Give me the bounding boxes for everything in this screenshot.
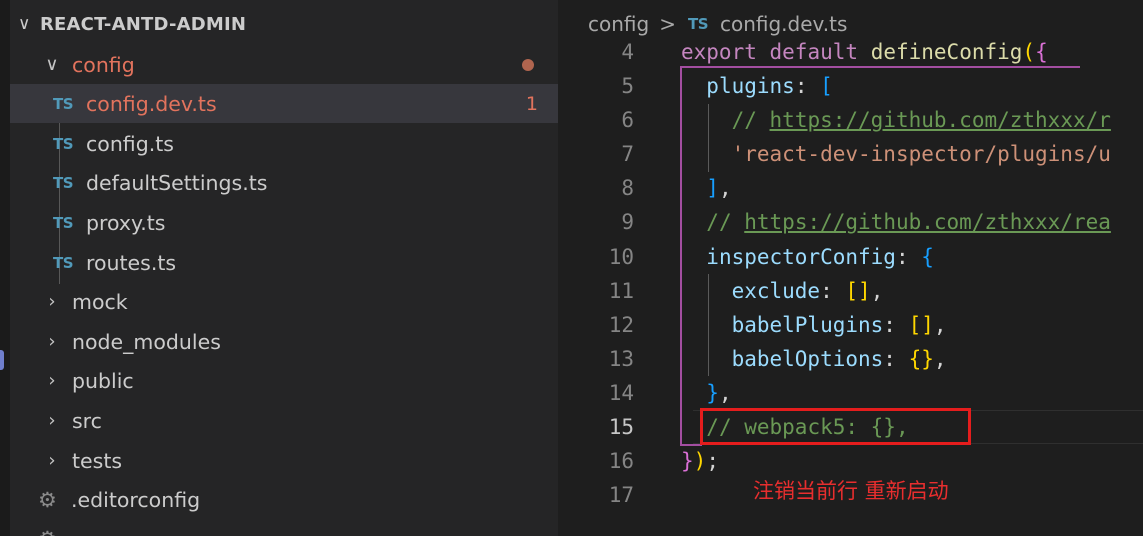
line-number: 7: [621, 142, 634, 166]
line-number-active: 15: [608, 415, 634, 439]
tree-item-label: public: [72, 368, 134, 393]
tree-folder-mock[interactable]: › mock: [10, 282, 558, 321]
chevron-right-icon: ›: [48, 291, 56, 312]
annotation-text: 注销当前行 重新启动: [753, 479, 949, 503]
code-line: // https://github.com/zthxxx/rea: [706, 210, 1111, 234]
line-number: 8: [621, 176, 634, 200]
project-title: REACT-ANTD-ADMIN: [40, 13, 247, 35]
code-line: });: [681, 449, 719, 473]
tree-item-label: defaultSettings.ts: [86, 170, 268, 195]
code-line: inspectorConfig: {: [706, 245, 934, 269]
tree-item-label: mock: [72, 289, 128, 314]
tree-item-label: .editorconfig: [71, 487, 201, 512]
tree-file-default-settings[interactable]: TS defaultSettings.ts: [10, 163, 558, 202]
chevron-right-icon: ›: [48, 450, 56, 471]
chevron-right-icon: ›: [48, 331, 56, 352]
line-number: 4: [621, 40, 634, 64]
code-editor[interactable]: config > TS config.dev.ts 4 5 6 7 8 9 10…: [558, 0, 1143, 536]
tree-folder-src[interactable]: › src: [10, 401, 558, 440]
line-number: 13: [608, 347, 634, 371]
gear-icon: ⚙: [38, 527, 71, 536]
comment-link[interactable]: https://github.com/zthxxx/r: [770, 108, 1111, 132]
tree-folder-config[interactable]: ∨ config: [10, 45, 558, 84]
line-number: 11: [608, 279, 634, 303]
code-line: babelOptions: {},: [731, 347, 947, 371]
typescript-icon: TS: [53, 94, 74, 113]
code-line: },: [706, 381, 732, 405]
tree-item-label: routes.ts: [86, 250, 177, 275]
tree-file-config[interactable]: TS config.ts: [10, 124, 558, 163]
tree-item-label: tests: [72, 448, 123, 473]
line-number: 17: [608, 483, 634, 507]
chevron-right-icon: ›: [48, 410, 56, 431]
code-line: 'react-dev-inspector/plugins/u: [731, 142, 1111, 166]
tree-item-label: node_modules: [72, 329, 221, 354]
chevron-down-icon: ∨: [18, 14, 31, 34]
typescript-icon: TS: [687, 15, 709, 33]
code-line: exclude: [],: [731, 279, 884, 303]
tree-file-config-dev[interactable]: TS config.dev.ts 1: [10, 84, 558, 123]
typescript-icon: TS: [53, 134, 74, 153]
code-line: ],: [706, 176, 732, 200]
line-number: 16: [608, 449, 634, 473]
code-line: export default defineConfig({: [681, 40, 1048, 64]
line-number: 5: [621, 74, 634, 98]
tree-file-proxy[interactable]: TS proxy.ts: [10, 203, 558, 242]
comment-link[interactable]: https://github.com/zthxxx/rea: [744, 210, 1111, 234]
chevron-down-icon: ∨: [45, 54, 59, 75]
explorer-sidebar: ∨ REACT-ANTD-ADMIN ∨ config TS config.de…: [0, 0, 558, 536]
activity-bar-edge: [0, 0, 10, 536]
tree-folder-node-modules[interactable]: › node_modules: [10, 322, 558, 361]
code-line: plugins: [: [706, 74, 833, 98]
breadcrumb-folder[interactable]: config: [588, 12, 649, 36]
bracket-pair-guide-bottom: [680, 444, 702, 446]
tree-item-label: src: [72, 408, 102, 433]
line-number: 6: [621, 108, 634, 132]
explorer-header[interactable]: ∨ REACT-ANTD-ADMIN: [18, 10, 246, 38]
tree-item-label: config.ts: [86, 131, 174, 156]
chevron-right-icon: ›: [48, 370, 56, 391]
tree-item-label: config.dev.ts: [86, 91, 217, 116]
tree-folder-tests[interactable]: › tests: [10, 441, 558, 480]
breadcrumb: config > TS config.dev.ts: [588, 8, 847, 40]
modified-dot-badge: [522, 58, 534, 71]
code-line: babelPlugins: [],: [731, 313, 947, 337]
breadcrumb-separator: >: [659, 12, 676, 36]
tree-item-label: proxy.ts: [86, 210, 166, 235]
tree-file-editorconfig[interactable]: ⚙ .editorconfig: [10, 480, 558, 519]
tree-folder-public[interactable]: › public: [10, 361, 558, 400]
tree-file-partial[interactable]: ⚙: [10, 519, 558, 536]
typescript-icon: TS: [53, 173, 74, 192]
gear-icon: ⚙: [38, 487, 57, 512]
breadcrumb-file[interactable]: config.dev.ts: [720, 12, 847, 36]
activity-indicator: [0, 350, 4, 370]
line-number: 14: [608, 381, 634, 405]
bracket-pair-guide-top: [680, 66, 1080, 68]
line-number: 9: [621, 210, 634, 234]
line-number: 10: [608, 245, 634, 269]
line-number: 12: [608, 313, 634, 337]
typescript-icon: TS: [53, 213, 74, 232]
code-line: // https://github.com/zthxxx/r: [731, 108, 1111, 132]
typescript-icon: TS: [53, 253, 74, 272]
problem-count-badge: 1: [525, 92, 538, 115]
tree-item-label: config: [72, 52, 135, 77]
red-highlight-box: [700, 408, 971, 445]
tree-file-routes[interactable]: TS routes.ts: [10, 243, 558, 282]
